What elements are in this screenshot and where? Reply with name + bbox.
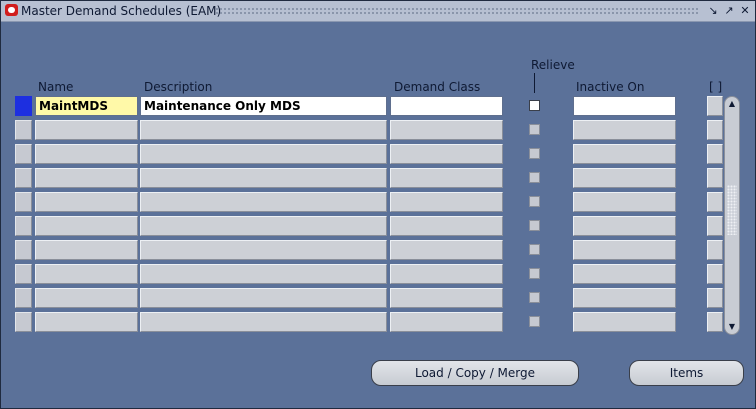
name-field[interactable] <box>35 192 138 212</box>
demand-class-field[interactable] <box>390 96 503 116</box>
column-header-inactive-on: Inactive On <box>576 80 645 94</box>
row-extra-field[interactable] <box>707 288 723 308</box>
demand-class-field[interactable] <box>390 168 503 188</box>
record-indicator[interactable] <box>15 240 32 260</box>
record-indicator[interactable] <box>15 312 32 332</box>
row-extra-field[interactable] <box>707 216 723 236</box>
name-field[interactable] <box>35 144 138 164</box>
load-copy-merge-button[interactable]: Load / Copy / Merge <box>371 360 579 386</box>
relieve-checkbox[interactable] <box>529 124 540 135</box>
record-indicator[interactable] <box>15 168 32 188</box>
record-indicator[interactable] <box>15 288 32 308</box>
row-extra-field[interactable] <box>707 144 723 164</box>
relieve-checkbox[interactable] <box>529 148 540 159</box>
record-indicator[interactable] <box>15 264 32 284</box>
demand-class-field[interactable] <box>390 120 503 140</box>
inactive-on-field[interactable] <box>573 144 676 164</box>
maximize-icon[interactable]: ↗ <box>722 4 736 18</box>
column-header-demand-class: Demand Class <box>394 80 481 94</box>
inactive-on-field[interactable] <box>573 120 676 140</box>
items-label: Items <box>669 366 704 380</box>
title-bar[interactable]: Master Demand Schedules (EAM) ↘ ↗ ✕ <box>1 1 755 22</box>
relieve-checkbox[interactable] <box>529 220 540 231</box>
window-master-demand-schedules: Master Demand Schedules (EAM) ↘ ↗ ✕ Name… <box>0 0 756 409</box>
record-indicator[interactable] <box>15 192 32 212</box>
chevron-down-icon[interactable]: ▼ <box>727 322 737 332</box>
relieve-checkbox[interactable] <box>529 268 540 279</box>
column-header-extra: [ ] <box>709 80 723 94</box>
relieve-checkbox[interactable] <box>529 316 540 327</box>
description-field[interactable] <box>140 288 387 308</box>
description-field[interactable] <box>140 144 387 164</box>
row-extra-field[interactable] <box>707 192 723 212</box>
inactive-on-field[interactable] <box>573 288 676 308</box>
name-field[interactable] <box>35 312 138 332</box>
name-field[interactable] <box>35 240 138 260</box>
demand-class-field[interactable] <box>390 288 503 308</box>
oracle-icon <box>5 4 18 16</box>
demand-class-field[interactable] <box>390 312 503 332</box>
inactive-on-field[interactable] <box>573 96 676 116</box>
relieve-header-tick <box>534 73 535 93</box>
relieve-checkbox[interactable] <box>529 196 540 207</box>
row-extra-field[interactable] <box>707 312 723 332</box>
row-extra-field[interactable] <box>707 96 723 116</box>
description-field[interactable] <box>140 216 387 236</box>
minimize-icon[interactable]: ↘ <box>706 4 720 18</box>
description-field[interactable]: Maintenance Only MDS <box>140 96 387 116</box>
description-field[interactable] <box>140 168 387 188</box>
column-header-relieve: Relieve <box>531 58 575 72</box>
demand-class-field[interactable] <box>390 144 503 164</box>
inactive-on-field[interactable] <box>573 216 676 236</box>
inactive-on-field[interactable] <box>573 192 676 212</box>
description-field[interactable] <box>140 264 387 284</box>
window-title: Master Demand Schedules (EAM) <box>21 4 222 18</box>
name-field[interactable] <box>35 168 138 188</box>
description-field[interactable] <box>140 192 387 212</box>
items-button[interactable]: Items <box>629 360 744 386</box>
name-field[interactable] <box>35 216 138 236</box>
scrollbar-thumb[interactable] <box>727 185 737 235</box>
close-icon[interactable]: ✕ <box>738 4 752 18</box>
description-field[interactable] <box>140 240 387 260</box>
name-field[interactable]: MaintMDS <box>35 96 138 116</box>
row-extra-field[interactable] <box>707 264 723 284</box>
column-header-name: Name <box>38 80 74 94</box>
relieve-checkbox[interactable] <box>529 172 540 183</box>
relieve-checkbox[interactable] <box>529 100 540 111</box>
demand-class-field[interactable] <box>390 192 503 212</box>
demand-class-field[interactable] <box>390 264 503 284</box>
row-extra-field[interactable] <box>707 168 723 188</box>
record-indicator[interactable] <box>15 216 32 236</box>
name-field[interactable] <box>35 288 138 308</box>
title-bar-grip <box>215 7 699 15</box>
record-indicator[interactable] <box>15 120 32 140</box>
vertical-scrollbar[interactable]: ▲ ▼ <box>724 96 740 335</box>
demand-class-field[interactable] <box>390 216 503 236</box>
name-field[interactable] <box>35 120 138 140</box>
load-copy-merge-label: Load / Copy / Merge <box>414 366 536 380</box>
inactive-on-field[interactable] <box>573 312 676 332</box>
row-extra-field[interactable] <box>707 120 723 140</box>
name-field[interactable] <box>35 264 138 284</box>
inactive-on-field[interactable] <box>573 168 676 188</box>
relieve-checkbox[interactable] <box>529 292 540 303</box>
record-indicator[interactable] <box>15 144 32 164</box>
description-field[interactable] <box>140 120 387 140</box>
inactive-on-field[interactable] <box>573 240 676 260</box>
row-extra-field[interactable] <box>707 240 723 260</box>
description-field[interactable] <box>140 312 387 332</box>
relieve-checkbox[interactable] <box>529 244 540 255</box>
demand-class-field[interactable] <box>390 240 503 260</box>
inactive-on-field[interactable] <box>573 264 676 284</box>
record-indicator[interactable] <box>15 96 32 116</box>
column-header-description: Description <box>144 80 213 94</box>
chevron-up-icon[interactable]: ▲ <box>727 99 737 109</box>
